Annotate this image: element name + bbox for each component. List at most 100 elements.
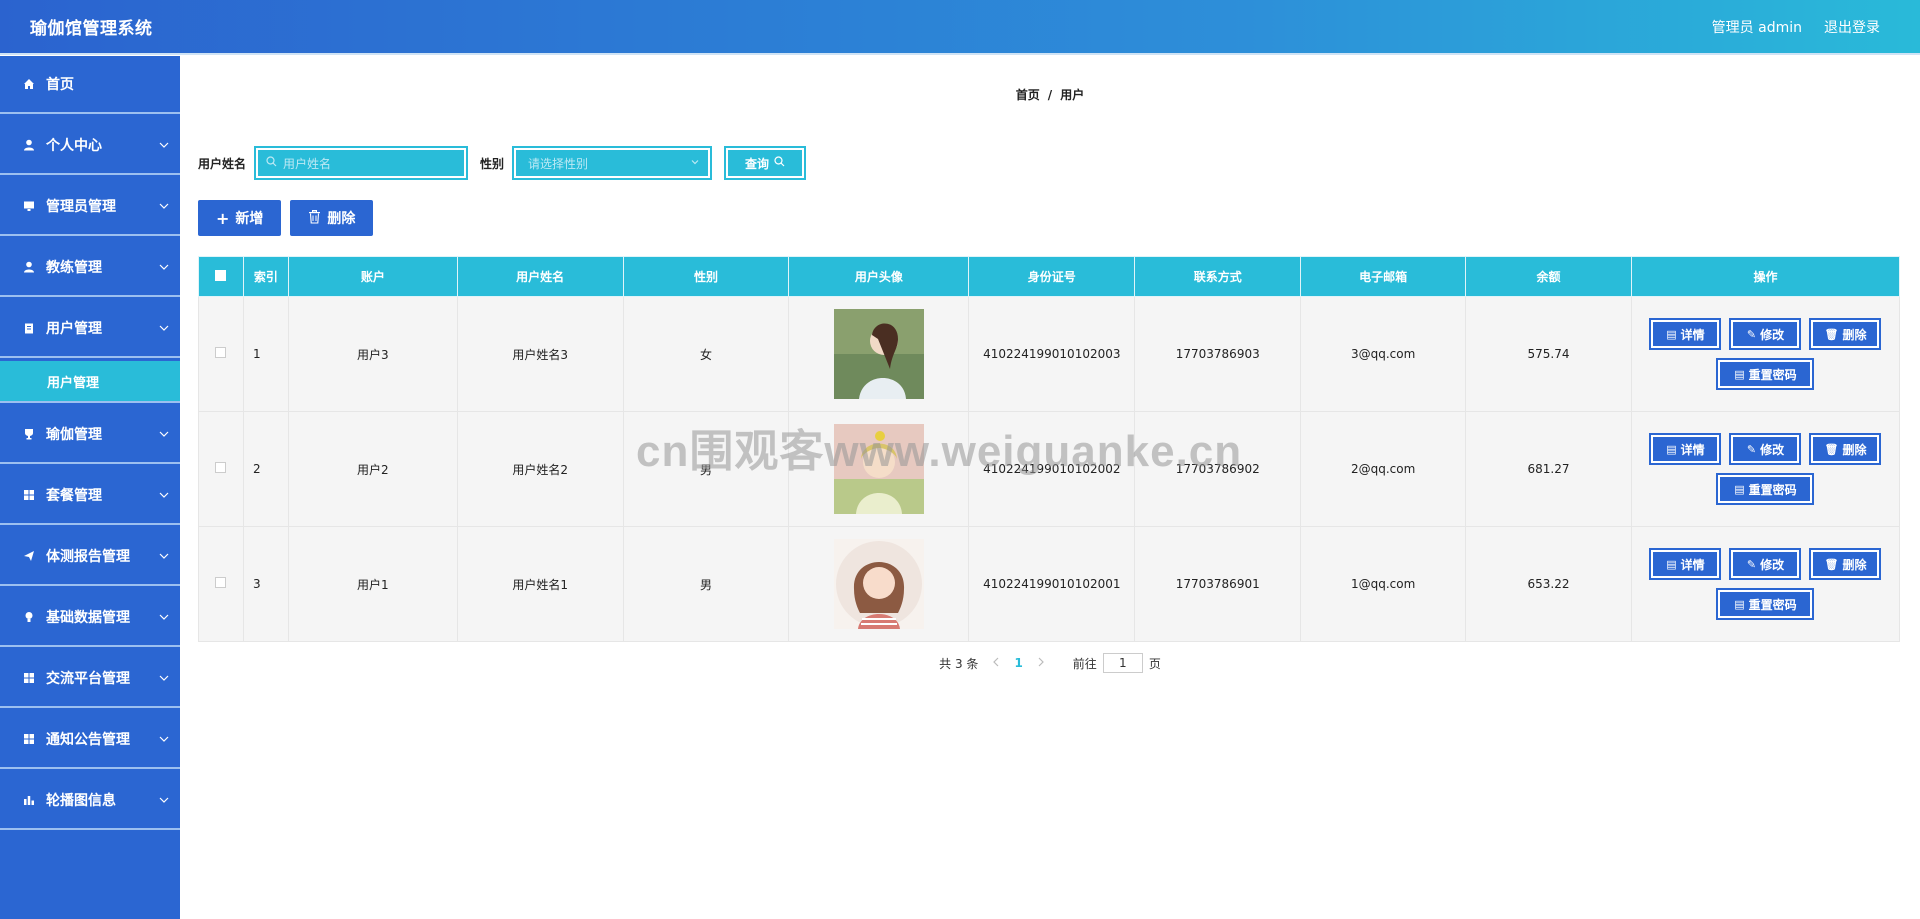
table-row: 2 用户2 用户姓名2 男 410224199010102002 1770378… [198,411,1901,527]
cell-name: 用户姓名3 [456,296,624,412]
sidebar-item-label: 套餐管理 [46,488,102,504]
add-button-label: 新增 [235,211,264,227]
detail-button[interactable]: ▤ 详情 [1649,318,1722,350]
row-actions: ▤ 详情 ✎ 修改 🗑 删除 ▤ 重置密码 [1645,429,1885,509]
search-icon [266,156,277,170]
document-icon: ▤ [1734,597,1745,611]
trash-icon: 🗑 [1824,327,1839,341]
delete-button-label: 删除 [1842,327,1867,342]
reset-password-button[interactable]: ▤ 重置密码 [1716,358,1815,390]
reset-password-button[interactable]: ▤ 重置密码 [1716,473,1815,505]
sidebar-item-label: 教练管理 [46,260,102,276]
sidebar-item-label: 瑜伽管理 [46,427,102,443]
delete-button[interactable]: 🗑 删除 [1809,548,1882,580]
user-avatar-image [833,309,924,399]
sidebar-item-label: 通知公告管理 [46,732,130,748]
page-number-current[interactable]: 1 [1014,656,1022,670]
add-button[interactable]: + 新增 [198,200,282,236]
pencil-icon: ✎ [1746,557,1757,571]
edit-button[interactable]: ✎ 修改 [1729,548,1802,580]
gender-filter-label: 性别 [480,156,505,171]
name-search-input[interactable]: 用户姓名 [254,146,469,180]
cell-id-card: 410224199010102001 [968,526,1136,642]
plus-icon: + [216,208,230,228]
sidebar-item-basic-data-management[interactable]: 基础数据管理 [0,589,180,647]
chevron-down-icon [158,611,170,623]
cell-operations: ▤ 详情 ✎ 修改 🗑 删除 ▤ 重置密码 [1630,411,1901,527]
page-suffix: 页 [1148,656,1161,671]
cell-gender: 女 [622,296,790,412]
sidebar-item-yoga-management[interactable]: 瑜伽管理 [0,406,180,464]
chevron-down-icon [158,428,170,440]
action-bar: + 新增 删除 [198,200,382,236]
grid-icon [22,488,36,502]
chevron-down-icon [690,156,700,170]
sidebar-item-label: 轮播图信息 [46,793,116,809]
sidebar-item-package-management[interactable]: 套餐管理 [0,467,180,525]
goto-page-input[interactable]: 1 [1102,653,1143,673]
select-all-cell[interactable] [198,256,244,297]
sidebar-item-user-management[interactable]: 用户管理 [0,300,180,358]
next-page-button[interactable] [1037,656,1045,670]
cell-gender: 男 [622,411,790,527]
admin-label[interactable]: 管理员 admin [1712,17,1802,37]
row-select-cell[interactable] [198,296,244,412]
cell-name: 用户姓名2 [456,411,624,527]
sidebar-item-label: 体测报告管理 [46,549,130,565]
total-count: 共 3 条 [939,656,979,671]
edit-button-label: 修改 [1760,327,1785,342]
row-checkbox[interactable] [215,462,227,473]
reset-password-button-label: 重置密码 [1748,597,1797,612]
sidebar-item-carousel-info[interactable]: 轮播图信息 [0,772,180,830]
gender-select[interactable]: 请选择性别 [512,146,713,180]
select-all-checkbox[interactable] [215,269,227,281]
goto-label: 前往 [1072,656,1097,671]
query-button[interactable]: 查询 [724,146,807,180]
cell-index: 3 [242,526,289,642]
pencil-icon: ✎ [1746,442,1757,456]
sidebar-item-coach-management[interactable]: 教练管理 [0,239,180,297]
user-icon [22,260,36,274]
chevron-down-icon [158,550,170,562]
edit-button[interactable]: ✎ 修改 [1729,318,1802,350]
top-header: 瑜伽馆管理系统 管理员 admin 退出登录 [0,0,1920,55]
column-header: 用户姓名 [456,256,624,297]
cell-operations: ▤ 详情 ✎ 修改 🗑 删除 ▤ 重置密码 [1630,526,1901,642]
delete-button[interactable]: 🗑 删除 [1809,318,1882,350]
row-checkbox[interactable] [215,347,227,358]
edit-button[interactable]: ✎ 修改 [1729,433,1802,465]
cell-name: 用户姓名1 [456,526,624,642]
sidebar-item-home[interactable]: 首页 [0,56,180,114]
reset-password-button[interactable]: ▤ 重置密码 [1716,588,1815,620]
sidebar-item-admin-management[interactable]: 管理员管理 [0,178,180,236]
row-select-cell[interactable] [198,411,244,527]
reset-password-button-label: 重置密码 [1748,482,1797,497]
breadcrumb-home[interactable]: 首页 [1016,88,1040,102]
sidebar-item-personal-center[interactable]: 个人中心 [0,117,180,175]
sidebar-item-fitness-report-management[interactable]: 体测报告管理 [0,528,180,586]
sidebar-item-label: 个人中心 [46,138,102,154]
chevron-down-icon [158,672,170,684]
sidebar-item-label: 用户管理 [46,321,102,337]
search-icon [774,156,785,170]
user-avatar-image [833,539,924,629]
logout-link[interactable]: 退出登录 [1824,17,1880,37]
detail-button[interactable]: ▤ 详情 [1649,433,1722,465]
row-checkbox[interactable] [215,577,227,588]
detail-button[interactable]: ▤ 详情 [1649,548,1722,580]
cell-phone: 17703786903 [1134,296,1302,412]
sidebar-item-notice-management[interactable]: 通知公告管理 [0,711,180,769]
cell-phone: 17703786901 [1134,526,1302,642]
batch-delete-button-label: 删除 [327,211,356,227]
prev-page-button[interactable] [992,656,1000,670]
user-avatar-image [833,424,924,514]
delete-button[interactable]: 🗑 删除 [1809,433,1882,465]
sidebar-item-label: 首页 [46,77,74,93]
sidebar-item-forum-management[interactable]: 交流平台管理 [0,650,180,708]
batch-delete-button[interactable]: 删除 [290,200,374,236]
delete-button-label: 删除 [1842,442,1867,457]
cell-avatar [788,296,970,412]
sidebar-subitem-user-management[interactable]: 用户管理 [0,361,180,403]
cell-email: 3@qq.com [1300,296,1467,412]
row-select-cell[interactable] [198,526,244,642]
